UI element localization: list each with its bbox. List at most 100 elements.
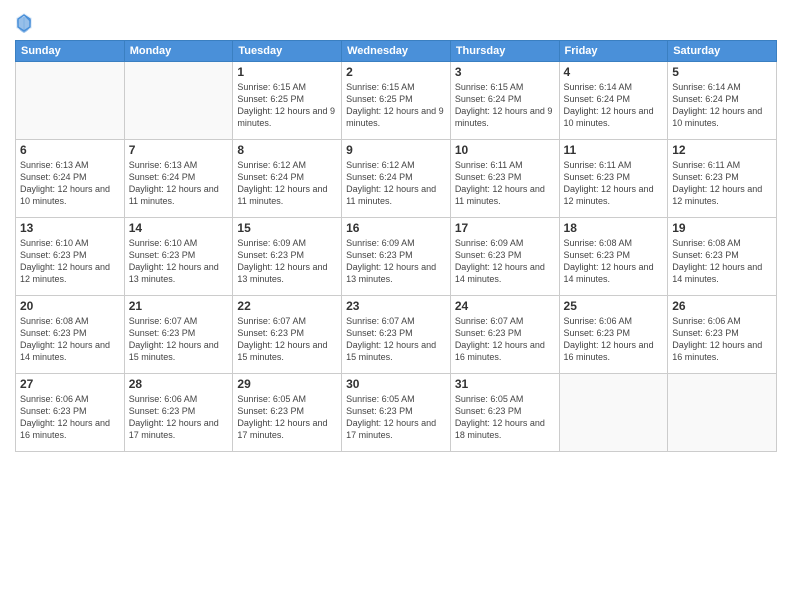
day-info: Sunrise: 6:14 AM Sunset: 6:24 PM Dayligh… [564,81,664,130]
calendar-cell: 1 Sunrise: 6:15 AM Sunset: 6:25 PM Daylig… [233,62,342,140]
calendar-cell: 11 Sunrise: 6:11 AM Sunset: 6:23 PM Dayli… [559,140,668,218]
calendar-cell: 16 Sunrise: 6:09 AM Sunset: 6:23 PM Dayli… [342,218,451,296]
calendar-table: SundayMondayTuesdayWednesdayThursdayFrid… [15,40,777,452]
weekday-header-wednesday: Wednesday [342,41,451,62]
day-info: Sunrise: 6:06 AM Sunset: 6:23 PM Dayligh… [20,393,120,442]
calendar-cell: 9Sunrise: 6:12 AM Sunset: 6:24 PM Daylig… [342,140,451,218]
calendar-cell: 7Sunrise: 6:13 AM Sunset: 6:24 PM Daylig… [124,140,233,218]
day-info: Sunrise: 6:15 AM Sunset: 6:25 PM Dayligh… [346,81,446,130]
day-info: Sunrise: 6:12 AM Sunset: 6:24 PM Dayligh… [346,159,446,208]
day-info: Sunrise: 6:15 AM Sunset: 6:24 PM Dayligh… [455,81,555,130]
calendar-cell: 6 Sunrise: 6:13 AM Sunset: 6:24 PM Daylig… [16,140,125,218]
day-number: 15 [237,221,337,235]
day-info: Sunrise: 6:08 AM Sunset: 6:23 PM Dayligh… [564,237,664,286]
logo [15,14,35,34]
day-number: 17 [455,221,555,235]
day-info: Sunrise: 6:11 AM Sunset: 6:23 PM Dayligh… [564,159,664,208]
day-number: 7 [129,143,229,157]
day-number: 28 [129,377,229,391]
calendar-cell: 3 Sunrise: 6:15 AM Sunset: 6:24 PM Daylig… [450,62,559,140]
day-info: Sunrise: 6:09 AM Sunset: 6:23 PM Dayligh… [346,237,446,286]
day-info: Sunrise: 6:08 AM Sunset: 6:23 PM Dayligh… [672,237,772,286]
day-number: 3 [455,65,555,79]
calendar-cell: 13 Sunrise: 6:10 AM Sunset: 6:23 PM Dayli… [16,218,125,296]
day-info: Sunrise: 6:10 AM Sunset: 6:23 PM Dayligh… [20,237,120,286]
day-info: Sunrise: 6:15 AM Sunset: 6:25 PM Dayligh… [237,81,337,130]
day-number: 16 [346,221,446,235]
day-info: Sunrise: 6:07 AM Sunset: 6:23 PM Dayligh… [455,315,555,364]
calendar-cell: 18 Sunrise: 6:08 AM Sunset: 6:23 PM Dayli… [559,218,668,296]
day-info: Sunrise: 6:10 AM Sunset: 6:23 PM Dayligh… [129,237,229,286]
day-number: 31 [455,377,555,391]
day-info: Sunrise: 6:09 AM Sunset: 6:23 PM Dayligh… [237,237,337,286]
day-info: Sunrise: 6:07 AM Sunset: 6:23 PM Dayligh… [237,315,337,364]
day-info: Sunrise: 6:05 AM Sunset: 6:23 PM Dayligh… [455,393,555,442]
day-info: Sunrise: 6:05 AM Sunset: 6:23 PM Dayligh… [346,393,446,442]
logo-icon [15,12,33,34]
calendar-cell: 10Sunrise: 6:11 AM Sunset: 6:23 PM Dayli… [450,140,559,218]
calendar-cell: 8 Sunrise: 6:12 AM Sunset: 6:24 PM Daylig… [233,140,342,218]
calendar-cell: 15 Sunrise: 6:09 AM Sunset: 6:23 PM Dayli… [233,218,342,296]
calendar-cell: 24 Sunrise: 6:07 AM Sunset: 6:23 PM Dayli… [450,296,559,374]
weekday-header-tuesday: Tuesday [233,41,342,62]
day-info: Sunrise: 6:09 AM Sunset: 6:23 PM Dayligh… [455,237,555,286]
calendar-cell [124,62,233,140]
day-number: 6 [20,143,120,157]
day-info: Sunrise: 6:07 AM Sunset: 6:23 PM Dayligh… [129,315,229,364]
day-info: Sunrise: 6:06 AM Sunset: 6:23 PM Dayligh… [564,315,664,364]
calendar-cell: 5Sunrise: 6:14 AM Sunset: 6:24 PM Daylig… [668,62,777,140]
day-info: Sunrise: 6:11 AM Sunset: 6:23 PM Dayligh… [672,159,772,208]
calendar-cell: 19 Sunrise: 6:08 AM Sunset: 6:23 PM Dayli… [668,218,777,296]
calendar-cell: 23 Sunrise: 6:07 AM Sunset: 6:23 PM Dayli… [342,296,451,374]
calendar-cell [668,374,777,452]
day-number: 18 [564,221,664,235]
calendar-cell: 27 Sunrise: 6:06 AM Sunset: 6:23 PM Dayli… [16,374,125,452]
day-info: Sunrise: 6:11 AM Sunset: 6:23 PM Dayligh… [455,159,555,208]
day-number: 8 [237,143,337,157]
day-number: 22 [237,299,337,313]
day-number: 19 [672,221,772,235]
calendar-cell: 22 Sunrise: 6:07 AM Sunset: 6:23 PM Dayli… [233,296,342,374]
calendar-cell: 20 Sunrise: 6:08 AM Sunset: 6:23 PM Dayli… [16,296,125,374]
day-info: Sunrise: 6:06 AM Sunset: 6:23 PM Dayligh… [672,315,772,364]
day-number: 30 [346,377,446,391]
day-info: Sunrise: 6:08 AM Sunset: 6:23 PM Dayligh… [20,315,120,364]
calendar-cell [16,62,125,140]
calendar-cell: 2Sunrise: 6:15 AM Sunset: 6:25 PM Daylig… [342,62,451,140]
calendar-cell: 29 Sunrise: 6:05 AM Sunset: 6:23 PM Dayli… [233,374,342,452]
day-info: Sunrise: 6:14 AM Sunset: 6:24 PM Dayligh… [672,81,772,130]
page: SundayMondayTuesdayWednesdayThursdayFrid… [0,0,792,612]
day-info: Sunrise: 6:06 AM Sunset: 6:23 PM Dayligh… [129,393,229,442]
weekday-header-monday: Monday [124,41,233,62]
day-number: 12 [672,143,772,157]
day-number: 27 [20,377,120,391]
day-number: 23 [346,299,446,313]
calendar-cell: 12 Sunrise: 6:11 AM Sunset: 6:23 PM Dayli… [668,140,777,218]
calendar-cell [559,374,668,452]
calendar-week-row: 27 Sunrise: 6:06 AM Sunset: 6:23 PM Dayli… [16,374,777,452]
day-number: 21 [129,299,229,313]
calendar-week-row: 13 Sunrise: 6:10 AM Sunset: 6:23 PM Dayli… [16,218,777,296]
day-info: Sunrise: 6:07 AM Sunset: 6:23 PM Dayligh… [346,315,446,364]
day-number: 26 [672,299,772,313]
day-number: 1 [237,65,337,79]
calendar-cell: 30 Sunrise: 6:05 AM Sunset: 6:23 PM Dayli… [342,374,451,452]
day-info: Sunrise: 6:13 AM Sunset: 6:24 PM Dayligh… [20,159,120,208]
calendar-cell: 17 Sunrise: 6:09 AM Sunset: 6:23 PM Dayli… [450,218,559,296]
day-number: 13 [20,221,120,235]
day-number: 11 [564,143,664,157]
day-number: 29 [237,377,337,391]
calendar-cell: 21 Sunrise: 6:07 AM Sunset: 6:23 PM Dayli… [124,296,233,374]
day-number: 20 [20,299,120,313]
day-info: Sunrise: 6:12 AM Sunset: 6:24 PM Dayligh… [237,159,337,208]
day-info: Sunrise: 6:05 AM Sunset: 6:23 PM Dayligh… [237,393,337,442]
weekday-header-sunday: Sunday [16,41,125,62]
day-number: 14 [129,221,229,235]
calendar-week-row: 1 Sunrise: 6:15 AM Sunset: 6:25 PM Daylig… [16,62,777,140]
calendar-cell: 14 Sunrise: 6:10 AM Sunset: 6:23 PM Dayli… [124,218,233,296]
day-number: 25 [564,299,664,313]
day-number: 24 [455,299,555,313]
weekday-header-row: SundayMondayTuesdayWednesdayThursdayFrid… [16,41,777,62]
calendar-cell: 28 Sunrise: 6:06 AM Sunset: 6:23 PM Dayli… [124,374,233,452]
calendar-cell: 26 Sunrise: 6:06 AM Sunset: 6:23 PM Dayli… [668,296,777,374]
